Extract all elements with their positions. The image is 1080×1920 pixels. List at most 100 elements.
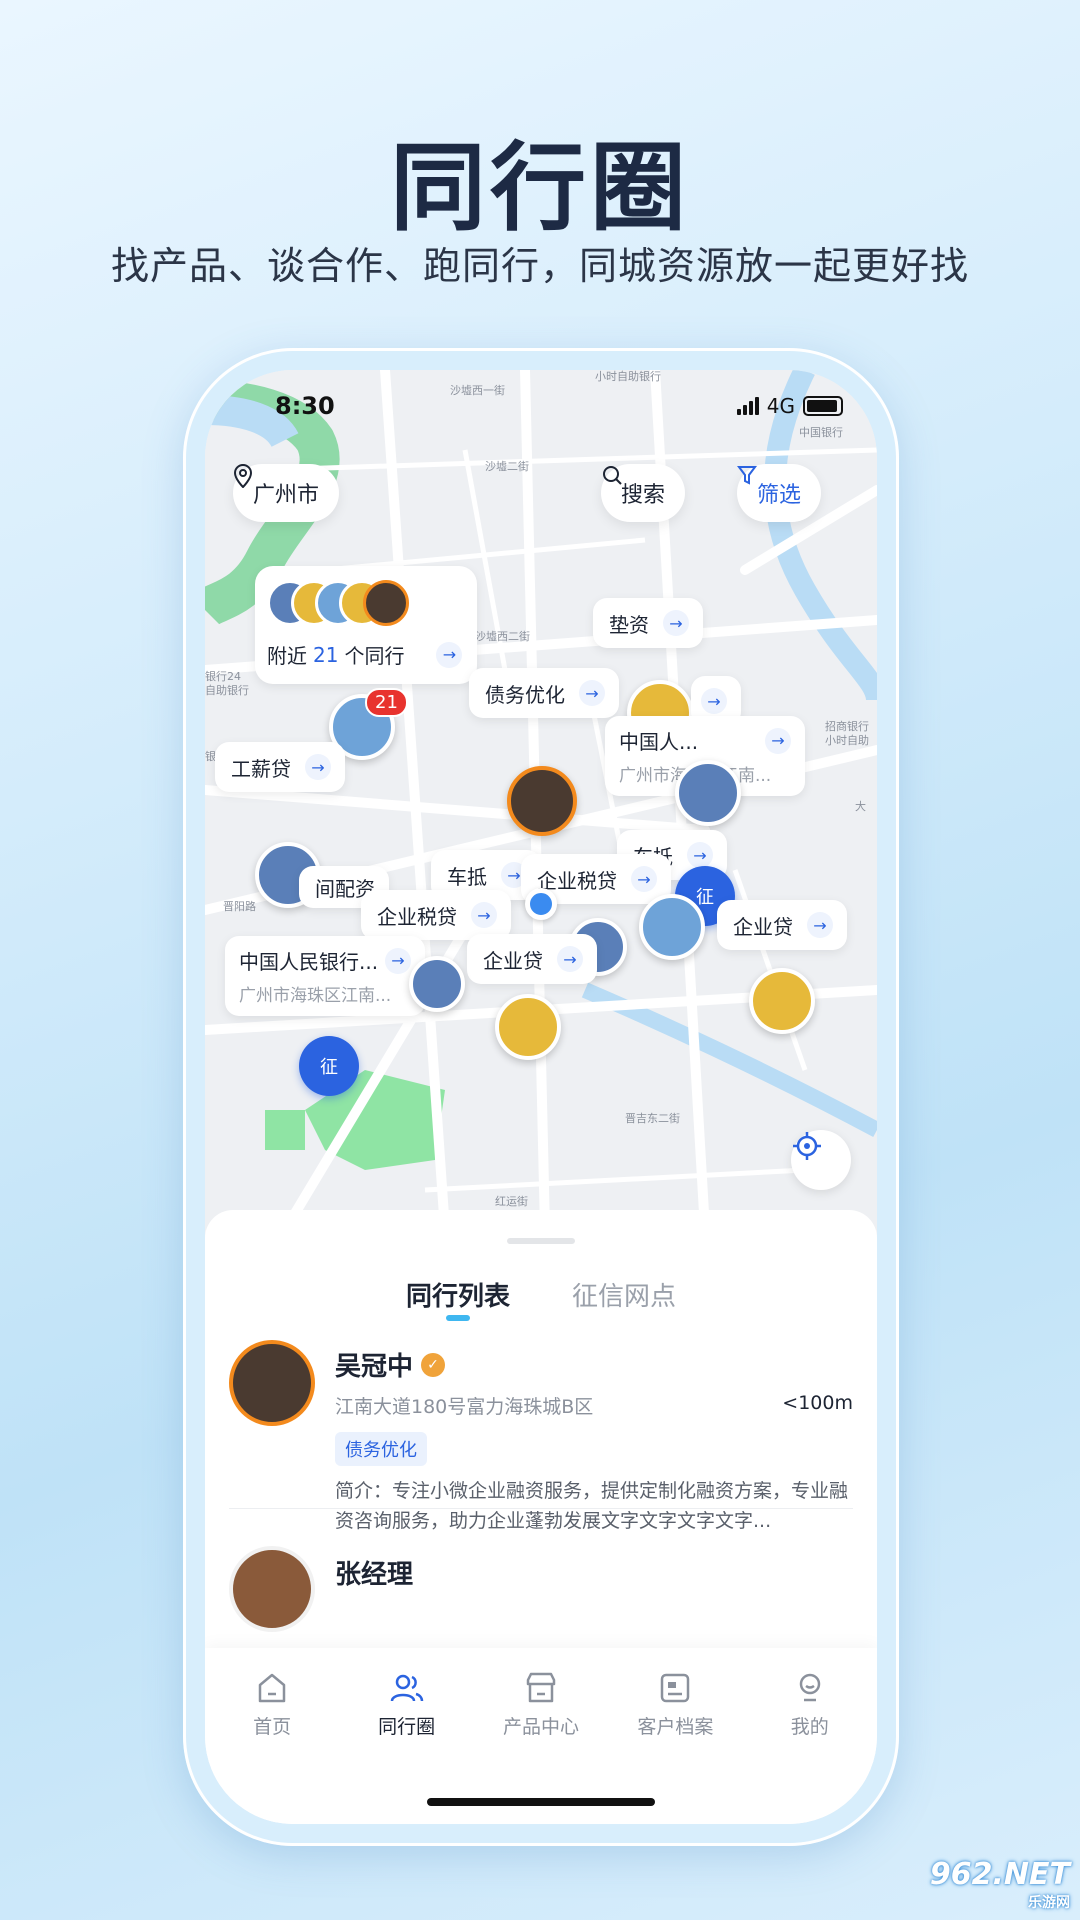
- avatar: [229, 1546, 315, 1632]
- tab-credit-points[interactable]: 征信网点: [572, 1276, 676, 1313]
- store-icon: [526, 1672, 556, 1703]
- status-network: 4G: [736, 394, 843, 418]
- tag-label: 企业税贷: [377, 904, 457, 929]
- avatar: [229, 1340, 315, 1426]
- tag-zhaiwu[interactable]: 债务优化 →: [469, 668, 619, 718]
- watermark-sub: 乐游网: [1028, 1895, 1070, 1911]
- peer-marker[interactable]: [495, 994, 561, 1060]
- arrow-right-icon: →: [471, 902, 497, 928]
- tab-label: 首页: [253, 1716, 292, 1738]
- filter-icon: [737, 466, 757, 485]
- tag-qyshuidai-2[interactable]: 企业税贷 →: [361, 890, 511, 940]
- arrow-right-icon: →: [687, 842, 713, 868]
- map-label: 银行24: [205, 669, 241, 683]
- phone-screen: 小时自助银行 沙墟西一街 中国银行 沙墟二街 沙墟西二街 招商银行 小时自助 晋…: [205, 370, 877, 1824]
- peer-marker[interactable]: [639, 894, 705, 960]
- arrow-right-icon: →: [765, 727, 791, 754]
- nearby-peers-card[interactable]: 附近 21 个同行 →: [255, 566, 477, 684]
- location-pin-icon: [233, 464, 253, 488]
- bottom-tab-bar: 首页 同行圈 产品中心 客户档案 我的: [205, 1648, 877, 1824]
- tag-label: 企业贷: [733, 914, 793, 939]
- arrow-right-icon: →: [663, 610, 689, 636]
- home-indicator: [427, 1798, 655, 1806]
- tab-label: 产品中心: [502, 1716, 579, 1738]
- tab-archive[interactable]: 客户档案: [615, 1670, 735, 1739]
- tab-home[interactable]: 首页: [212, 1670, 332, 1739]
- bank-address: 广州市海珠区江南...: [239, 986, 392, 1006]
- tag-qydai-1[interactable]: 企业贷 →: [717, 900, 847, 950]
- city-selector[interactable]: 广州市: [233, 464, 340, 522]
- map-label: 沙墟二街: [485, 459, 529, 473]
- tag-label: 工薪贷: [231, 756, 291, 781]
- credit-point-marker[interactable]: 征: [299, 1036, 359, 1096]
- avatar: [363, 580, 409, 626]
- city-label: 广州市: [253, 483, 320, 508]
- map-label: 红运街: [495, 1194, 528, 1208]
- peer-tag: 债务优化: [335, 1432, 427, 1466]
- arrow-right-icon: →: [631, 866, 657, 892]
- peer-name: 吴冠中: [335, 1352, 414, 1382]
- phone-frame: 小时自助银行 沙墟西一街 中国银行 沙墟二街 沙墟西二街 招商银行 小时自助 晋…: [183, 348, 899, 1846]
- tag-label: 车抵: [447, 864, 487, 889]
- tag-qydai-2[interactable]: 企业贷 →: [467, 934, 597, 984]
- peer-description: 简介：专注小微企业融资服务，提供定制化融资方案，专业融资咨询服务，助力企业蓬勃发…: [335, 1480, 849, 1532]
- tag-label: 垫资: [609, 612, 649, 637]
- tag-label: 债务优化: [485, 682, 565, 707]
- arrow-right-icon: →: [807, 912, 833, 938]
- watermark: 962.NET 乐游网: [930, 1857, 1070, 1912]
- filter-button[interactable]: 筛选: [737, 464, 822, 522]
- bank-title: 中国人...: [619, 730, 699, 754]
- arrow-right-icon: →: [557, 946, 583, 972]
- tab-label: 客户档案: [637, 1716, 714, 1738]
- search-button[interactable]: 搜索: [601, 464, 686, 522]
- shield-label: 征: [696, 887, 714, 908]
- peer-distance: <100m: [782, 1392, 853, 1414]
- nearby-count: 21: [313, 642, 339, 667]
- locate-me-button[interactable]: [791, 1130, 851, 1190]
- list-divider: [229, 1508, 853, 1509]
- nearby-suffix: 个同行: [344, 644, 405, 668]
- arrow-right-icon: →: [436, 641, 463, 668]
- filter-label: 筛选: [757, 483, 802, 508]
- bank-card-a[interactable]: 中国人民银行... → 广州市海珠区江南...: [225, 936, 425, 1016]
- cluster-count-badge: 21: [365, 688, 408, 717]
- tag-label: 企业贷: [483, 948, 543, 973]
- search-label: 搜索: [621, 483, 666, 508]
- verified-badge-icon: ✓: [421, 1352, 446, 1377]
- crosshair-icon: [793, 1132, 821, 1160]
- peer-name: 张经理: [335, 1560, 414, 1590]
- peer-marker[interactable]: [409, 956, 465, 1012]
- peer-address: 江南大道180号富力海珠城B区: [335, 1396, 594, 1418]
- network-type: 4G: [766, 394, 795, 418]
- shield-label: 征: [320, 1057, 338, 1078]
- map-label: 晋吉东二街: [625, 1111, 680, 1125]
- tag-label: 企业税贷: [537, 868, 617, 893]
- arrow-right-icon: →: [701, 688, 727, 714]
- peer-name-row: 吴冠中 ✓: [335, 1346, 446, 1383]
- home-icon: [258, 1673, 286, 1703]
- peer-marker[interactable]: [507, 766, 577, 836]
- battery-icon: [803, 396, 843, 416]
- search-icon: [603, 466, 622, 485]
- tab-profile[interactable]: 我的: [750, 1670, 870, 1739]
- nearby-avatars: [267, 580, 409, 626]
- list-item[interactable]: 吴冠中 ✓ 江南大道180号富力海珠城B区 <100m 债务优化 简介：专注小微…: [229, 1340, 853, 1540]
- bank-title: 中国人民银行...: [239, 950, 379, 974]
- hero-subtitle: 找产品、谈合作、跑同行，同城资源放一起更好找: [110, 244, 969, 288]
- tab-peers[interactable]: 同行圈: [347, 1670, 467, 1739]
- sheet-handle[interactable]: [507, 1238, 575, 1244]
- current-location-dot: [525, 888, 557, 920]
- tag-gongxin[interactable]: 工薪贷 →: [215, 742, 345, 792]
- tab-label: 我的: [790, 1716, 829, 1738]
- tab-products[interactable]: 产品中心: [481, 1670, 601, 1739]
- status-bar: 8:30 4G: [205, 392, 877, 432]
- hero-title: 同行圈: [390, 132, 690, 244]
- tab-peer-list[interactable]: 同行列表: [406, 1276, 510, 1321]
- tag-dianzi[interactable]: 垫资 →: [593, 598, 703, 648]
- peer-marker[interactable]: [675, 760, 741, 826]
- map-view[interactable]: 小时自助银行 沙墟西一街 中国银行 沙墟二街 沙墟西二街 招商银行 小时自助 晋…: [205, 370, 877, 1230]
- map-label: 小时自助银行: [595, 370, 661, 383]
- peer-marker[interactable]: [749, 968, 815, 1034]
- peers-icon: [390, 1674, 423, 1702]
- sheet-tabs: 同行列表 征信网点: [205, 1276, 877, 1321]
